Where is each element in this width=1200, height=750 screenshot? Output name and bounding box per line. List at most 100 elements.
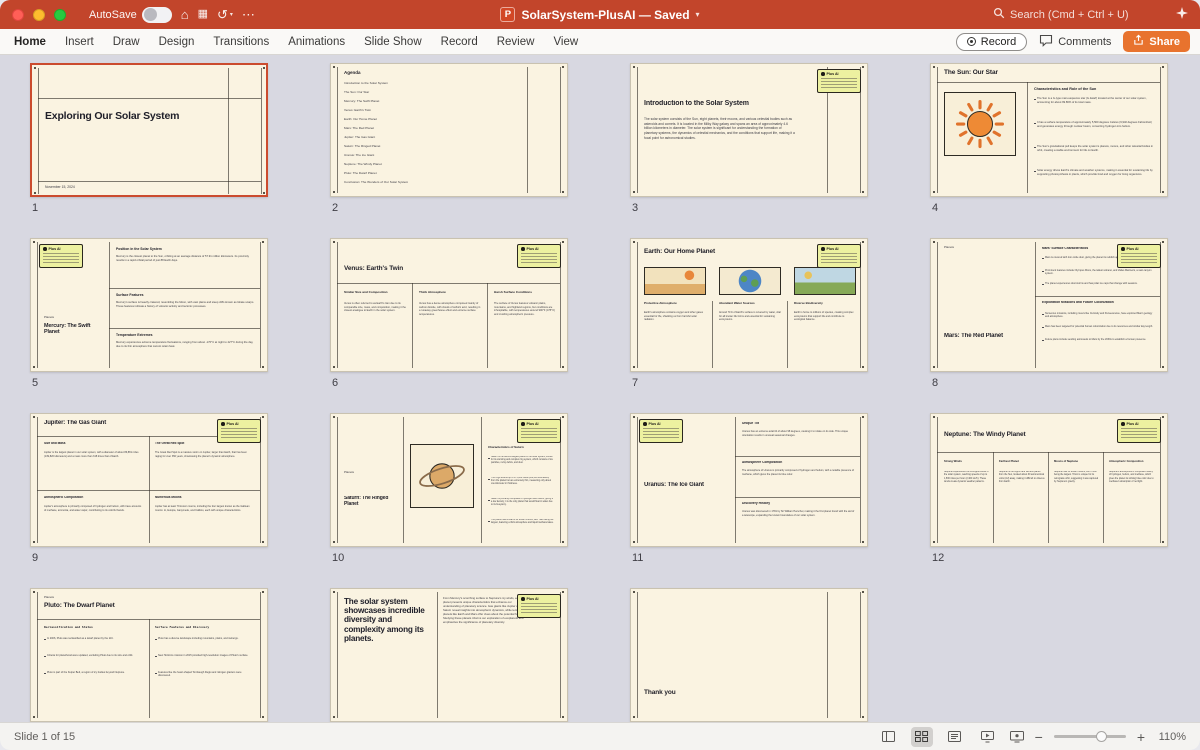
bullet-item: Prominent features include Olympus Mons,… [1042, 269, 1156, 281]
plusai-badge-label: Plus AI [827, 247, 839, 251]
home-icon[interactable]: ⌂ [181, 8, 189, 21]
corner-dot-icon [263, 192, 265, 194]
slide-number: 2 [332, 202, 568, 214]
slide-sorter-view-button[interactable] [911, 727, 933, 747]
slide-eyebrow: Planets [44, 595, 54, 599]
tab-home[interactable]: Home [14, 36, 46, 48]
slideshow-view-button[interactable] [977, 727, 999, 747]
titlebar-right [700, 6, 1188, 24]
share-button[interactable]: Share [1123, 31, 1190, 52]
plusai-badge-row: Plus AI [521, 597, 557, 601]
zoom-out-button[interactable]: − [1035, 730, 1043, 744]
plusai-badge[interactable]: Plus AI [639, 419, 683, 443]
plusai-badge[interactable]: Plus AI [517, 594, 561, 618]
column-heading: Strong Winds [944, 460, 990, 469]
slide-thumbnail[interactable]: Plus AIPlanetsMercury: The Swift PlanetP… [30, 238, 268, 372]
slide-thumbnail[interactable]: Plus AI The solar system showcases incred… [330, 588, 568, 722]
plusai-badge-lines [521, 253, 557, 264]
sparkle-icon[interactable] [1176, 6, 1188, 24]
more-icon[interactable]: ⋯ [242, 8, 255, 21]
undo-chevron-icon[interactable]: ▾ [230, 12, 233, 18]
tab-record[interactable]: Record [441, 36, 478, 48]
slide-title: Jupiter: The Gas Giant [44, 420, 174, 427]
plusai-badge[interactable]: Plus AI [817, 244, 861, 268]
slide-thumbnail[interactable]: Plus AIPlanetsMars: The Red PlanetMars' … [930, 238, 1168, 372]
tab-design[interactable]: Design [159, 36, 195, 48]
slide-thumbnail[interactable]: Plus AIVenus: Earth's TwinSimilar Size a… [330, 238, 568, 372]
slide-title: Venus: Earth's Twin [344, 265, 494, 272]
plusai-badge[interactable]: Plus AI [517, 419, 561, 443]
plusai-badge-lines [521, 428, 557, 439]
minimize-button[interactable] [33, 9, 45, 21]
undo-icon[interactable]: ↺▾ [217, 8, 233, 21]
plusai-badge[interactable]: Plus AI [817, 69, 861, 93]
column-heading: Abundant Water Sources [719, 302, 781, 306]
plusai-badge-label: Plus AI [527, 597, 539, 601]
template-vline [827, 592, 828, 718]
tab-view[interactable]: View [553, 36, 578, 48]
record-button[interactable]: Record [956, 33, 1027, 51]
tab-animations[interactable]: Animations [288, 36, 345, 48]
slide-thumbnail[interactable]: Plus AINeptune: The Windy PlanetStrong W… [930, 413, 1168, 547]
tab-review[interactable]: Review [497, 36, 535, 48]
corner-dot-icon [562, 191, 564, 193]
normal-view-button[interactable] [878, 727, 900, 747]
bullet-item: Saturn is primarily composed of hydrogen… [488, 498, 554, 518]
slide-title: Introduction to the Solar System [644, 100, 794, 108]
slide-thumbnail[interactable]: AgendaIntroduction to the Solar SystemTh… [330, 63, 568, 197]
corner-dot-icon [262, 716, 264, 718]
corner-dot-icon [262, 366, 264, 368]
reading-view-button[interactable] [944, 727, 966, 747]
agenda-item: Venus: Earth's Twin [344, 108, 484, 116]
close-button[interactable] [12, 9, 24, 21]
zoom-level[interactable]: 110% [1156, 731, 1186, 743]
tab-draw[interactable]: Draw [113, 36, 140, 48]
slide-thumbnail[interactable]: Thank you [630, 588, 868, 722]
template-hline [337, 283, 560, 284]
saturn-illustration [410, 444, 474, 508]
autosave-toggle[interactable] [142, 7, 172, 23]
search-input[interactable] [1010, 9, 1160, 21]
plusai-badge[interactable]: Plus AI [39, 244, 83, 268]
plusai-badge[interactable]: Plus AI [1117, 244, 1161, 268]
slide-thumbnail[interactable]: The Sun: Our StarCharacteristics and Rol… [930, 63, 1168, 197]
plusai-badge-row: Plus AI [221, 422, 257, 426]
section-heading: Temperature Extremes [116, 333, 256, 337]
plusai-badge[interactable]: Plus AI [1117, 419, 1161, 443]
corner-dot-icon [862, 591, 864, 593]
slide-statement: The solar system showcases incredible di… [344, 597, 432, 715]
tab-transitions[interactable]: Transitions [213, 36, 269, 48]
document-title[interactable]: SolarSystem-PlusAI — Saved [521, 8, 689, 22]
bullet-item: Mars has been targeted for potential hum… [1042, 325, 1156, 337]
template-vline [437, 592, 438, 718]
corner-dot-icon [33, 366, 35, 368]
ribbon-grid-icon[interactable]: ▦ [198, 9, 208, 20]
zoom-slider-knob[interactable] [1096, 731, 1107, 742]
slide-title: Mars: The Red Planet [944, 333, 1029, 340]
slide-thumbnail[interactable]: Exploring Our Solar SystemNovember 15, 2… [30, 63, 268, 197]
presenter-display-icon[interactable] [1010, 731, 1024, 743]
bullet-item: Saturn is the second largest planet in t… [488, 456, 554, 476]
search-field[interactable] [993, 6, 1160, 24]
plusai-badge[interactable]: Plus AI [517, 244, 561, 268]
plusai-badge[interactable]: Plus AI [217, 419, 261, 443]
plusai-badge-label: Plus AI [49, 247, 61, 251]
comments-button[interactable]: Comments [1039, 34, 1111, 50]
slide-thumbnail[interactable]: Plus AIIntroduction to the Solar SystemT… [630, 63, 868, 197]
slide-status: Slide 1 of 15 [14, 731, 878, 743]
corner-dot-icon [862, 416, 864, 418]
corner-dot-icon [34, 67, 36, 69]
slide-thumbnail[interactable]: Plus AIEarth: Our Home PlanetProtective … [630, 238, 868, 372]
fullscreen-button[interactable] [54, 9, 66, 21]
zoom-in-button[interactable]: + [1137, 730, 1145, 744]
slide-thumbnail[interactable]: Plus AIJupiter: The Gas GiantSize and Ma… [30, 413, 268, 547]
zoom-slider[interactable] [1054, 735, 1126, 738]
plusai-badge-row: Plus AI [521, 422, 557, 426]
slide-cell: Plus AINeptune: The Windy PlanetStrong W… [930, 413, 1168, 588]
column-body: Venus is often referred to as Earth's tw… [344, 302, 406, 364]
tab-insert[interactable]: Insert [65, 36, 94, 48]
slide-thumbnail[interactable]: PlanetsPluto: The Dwarf PlanetReclassifi… [30, 588, 268, 722]
slide-thumbnail[interactable]: Plus AIUranus: The Ice GiantUnique TiltU… [630, 413, 868, 547]
tab-slide-show[interactable]: Slide Show [364, 36, 422, 48]
slide-thumbnail[interactable]: Plus AIPlanetsSaturn: The Ringed PlanetC… [330, 413, 568, 547]
